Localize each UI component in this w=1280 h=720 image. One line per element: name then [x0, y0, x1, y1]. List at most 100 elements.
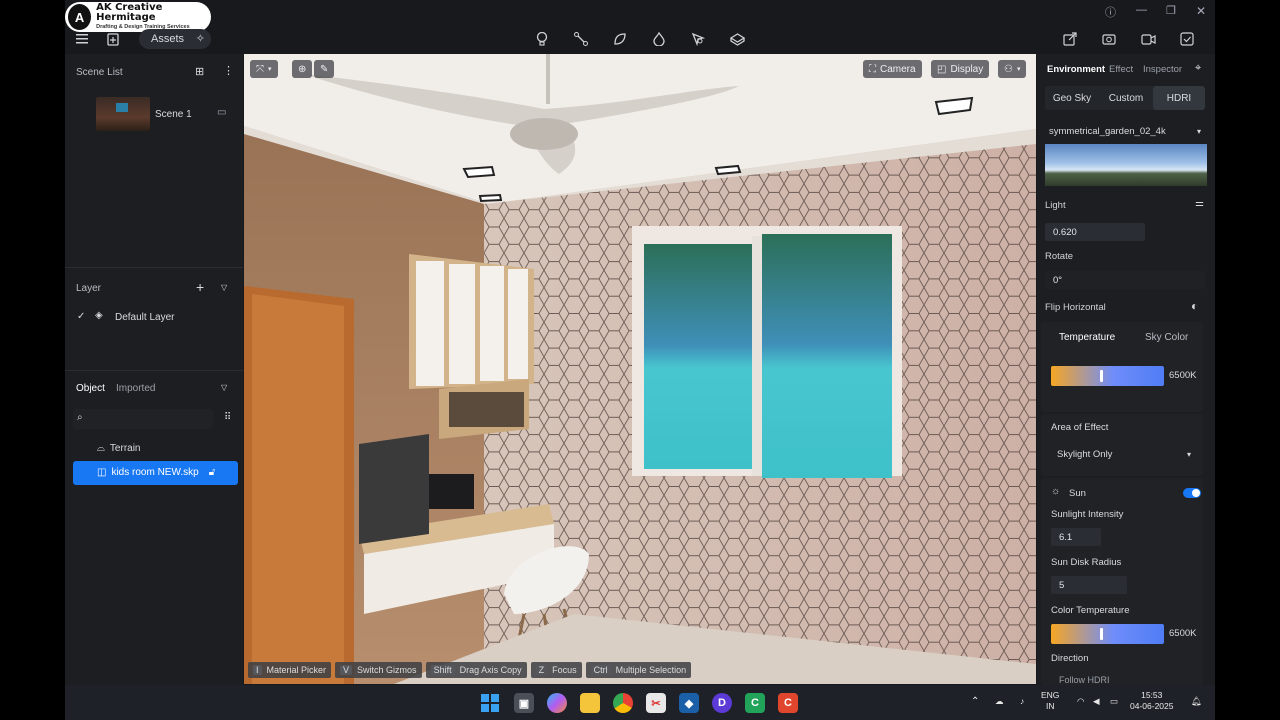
volume-icon[interactable]: ◀ — [1093, 696, 1100, 707]
default-layer-label[interactable]: Default Layer — [115, 312, 174, 323]
camera-small-icon[interactable]: ▭ — [217, 107, 226, 118]
assets-button[interactable]: Assets ✧ — [139, 29, 211, 49]
sun-toggle[interactable] — [1183, 488, 1201, 498]
logo-title: AK Creative Hermitage — [96, 2, 163, 24]
tree-item[interactable]: ◫ kids room NEW.skp 🔓︎ — [97, 467, 215, 478]
video-icon[interactable] — [1137, 28, 1159, 50]
export-icon[interactable] — [1059, 28, 1081, 50]
transform-dropdown[interactable]: ⤧ ▾ — [250, 60, 278, 78]
temperature-slider[interactable] — [1051, 366, 1164, 386]
area-select[interactable]: Skylight Only ▾ — [1051, 444, 1197, 464]
sun-intensity-input[interactable]: 6.1 — [1051, 528, 1101, 546]
hint-key: Ctrl — [590, 665, 611, 675]
file-icon[interactable] — [102, 28, 124, 50]
area-value: Skylight Only — [1057, 448, 1113, 460]
add-scene-icon[interactable]: ⊞ — [195, 65, 204, 78]
wifi-icon[interactable]: ◠ — [1077, 696, 1084, 707]
lock-icon[interactable]: 🔓︎ — [209, 467, 215, 478]
rotate-input[interactable]: 0° — [1045, 271, 1205, 289]
slider-handle[interactable] — [1100, 628, 1103, 640]
leaf-icon[interactable] — [609, 28, 631, 50]
color-temp-slider[interactable] — [1051, 624, 1164, 644]
bulb-icon[interactable] — [531, 28, 553, 50]
tab-sky-color[interactable]: Sky Color — [1145, 332, 1188, 343]
chevron-down-icon[interactable]: ▽ — [221, 283, 227, 292]
tab-temperature[interactable]: Temperature — [1059, 332, 1115, 343]
more-icon[interactable]: ⋮ — [223, 64, 234, 77]
grid-icon[interactable]: ⠿ — [224, 412, 231, 423]
tree-item[interactable]: ⌓ Terrain — [97, 443, 141, 454]
tab-environment[interactable]: Environment — [1047, 64, 1105, 75]
cube-icon[interactable] — [726, 28, 748, 50]
search-input[interactable]: ⌕ — [73, 409, 213, 429]
tab-imported[interactable]: Imported — [116, 383, 155, 394]
hdri-select[interactable]: symmetrical_garden_02_4k ▾ — [1045, 122, 1205, 140]
area-label: Area of Effect — [1051, 422, 1109, 433]
picker-button[interactable]: ✎ — [314, 60, 335, 78]
path-icon[interactable] — [570, 28, 592, 50]
sketchup-icon[interactable]: ◆ — [679, 693, 699, 713]
hint-label: Drag Axis Copy — [459, 665, 522, 675]
hint-label: Switch Gizmos — [357, 665, 417, 675]
render-image — [244, 54, 1036, 684]
minimize-icon[interactable]: — — [1136, 4, 1147, 16]
d5-render-icon[interactable]: D — [712, 693, 732, 713]
tree-item-label: Terrain — [109, 443, 141, 454]
pen-icon[interactable] — [687, 28, 709, 50]
hdri-preview[interactable] — [1045, 144, 1207, 186]
pick-icon[interactable]: ⌖ — [1195, 62, 1201, 75]
fire-icon[interactable] — [648, 28, 670, 50]
close-icon[interactable]: ✕ — [1196, 4, 1206, 18]
notification-icon[interactable]: 🔔︎ — [1191, 696, 1202, 707]
chevron-down-icon[interactable]: ▽ — [221, 383, 227, 392]
cloud-icon[interactable]: ☁ — [995, 696, 1004, 707]
display-label: Display — [950, 63, 984, 75]
display-button[interactable]: ◰ Display — [931, 60, 990, 78]
recorder-icon[interactable]: C — [778, 693, 798, 713]
copilot-icon[interactable] — [547, 693, 567, 713]
language-indicator[interactable]: ENG IN — [1041, 690, 1059, 712]
restore-icon[interactable]: ❐ — [1166, 4, 1176, 17]
clock[interactable]: 15:53 04-06-2025 — [1130, 690, 1173, 712]
terrain-icon: ⌓ — [97, 443, 105, 454]
view-settings-button[interactable]: ⚇ ▾ — [998, 60, 1027, 78]
tab-object[interactable]: Object — [76, 383, 105, 394]
mic-icon[interactable]: ♪ — [1020, 696, 1024, 707]
task-view-icon[interactable]: ▣ — [514, 693, 534, 713]
sky-mode-hdri[interactable]: HDRI — [1153, 86, 1205, 110]
hint: Ctrl Multiple Selection — [585, 662, 692, 678]
3d-viewport[interactable]: ⤧ ▾ ⊕ ✎ ⛶ Camera ◰ Display ⚇ ▾ I Material Pic… — [244, 54, 1036, 684]
sky-mode-geo[interactable]: Geo Sky — [1045, 86, 1099, 110]
check-icon[interactable]: ✓ — [77, 311, 85, 322]
global-button[interactable]: ⊕ — [292, 60, 313, 78]
camera-button[interactable]: ⛶ Camera — [863, 60, 922, 78]
snipping-tool-icon[interactable]: ✂ — [646, 693, 666, 713]
flip-toggle-icon[interactable]: ◐ — [1191, 299, 1198, 313]
chrome-icon[interactable] — [613, 693, 633, 713]
tab-effect[interactable]: Effect — [1109, 64, 1133, 75]
follow-hdri-label[interactable]: Follow HDRI — [1059, 675, 1110, 685]
hint-key: I — [253, 665, 262, 675]
battery-icon[interactable]: ▭ — [1110, 696, 1118, 707]
temperature-box: Temperature Sky Color 6500K — [1041, 322, 1203, 412]
camtasia-icon[interactable]: C — [745, 693, 765, 713]
windows-start-icon[interactable] — [480, 693, 500, 713]
divider — [65, 267, 243, 268]
letterbox-right — [1215, 0, 1280, 720]
scene-name[interactable]: Scene 1 — [155, 109, 192, 120]
file-explorer-icon[interactable] — [580, 693, 600, 713]
screenshot-icon[interactable] — [1098, 28, 1120, 50]
scene-thumbnail[interactable] — [96, 97, 150, 131]
tab-inspector[interactable]: Inspector — [1143, 64, 1182, 75]
render-icon[interactable] — [1176, 28, 1198, 50]
menu-icon[interactable] — [71, 28, 93, 50]
layer-title: Layer — [76, 283, 102, 294]
add-layer-icon[interactable]: + — [196, 279, 204, 295]
sliders-icon[interactable]: ⚌ — [1195, 198, 1204, 209]
chevron-up-icon[interactable]: ⌃ — [971, 696, 979, 707]
sky-mode-custom[interactable]: Custom — [1099, 86, 1153, 110]
sun-disk-input[interactable]: 5 — [1051, 576, 1127, 594]
light-input[interactable]: 0.620 — [1045, 223, 1145, 241]
help-icon[interactable]: ⓘ — [1105, 4, 1116, 20]
slider-handle[interactable] — [1100, 370, 1103, 382]
